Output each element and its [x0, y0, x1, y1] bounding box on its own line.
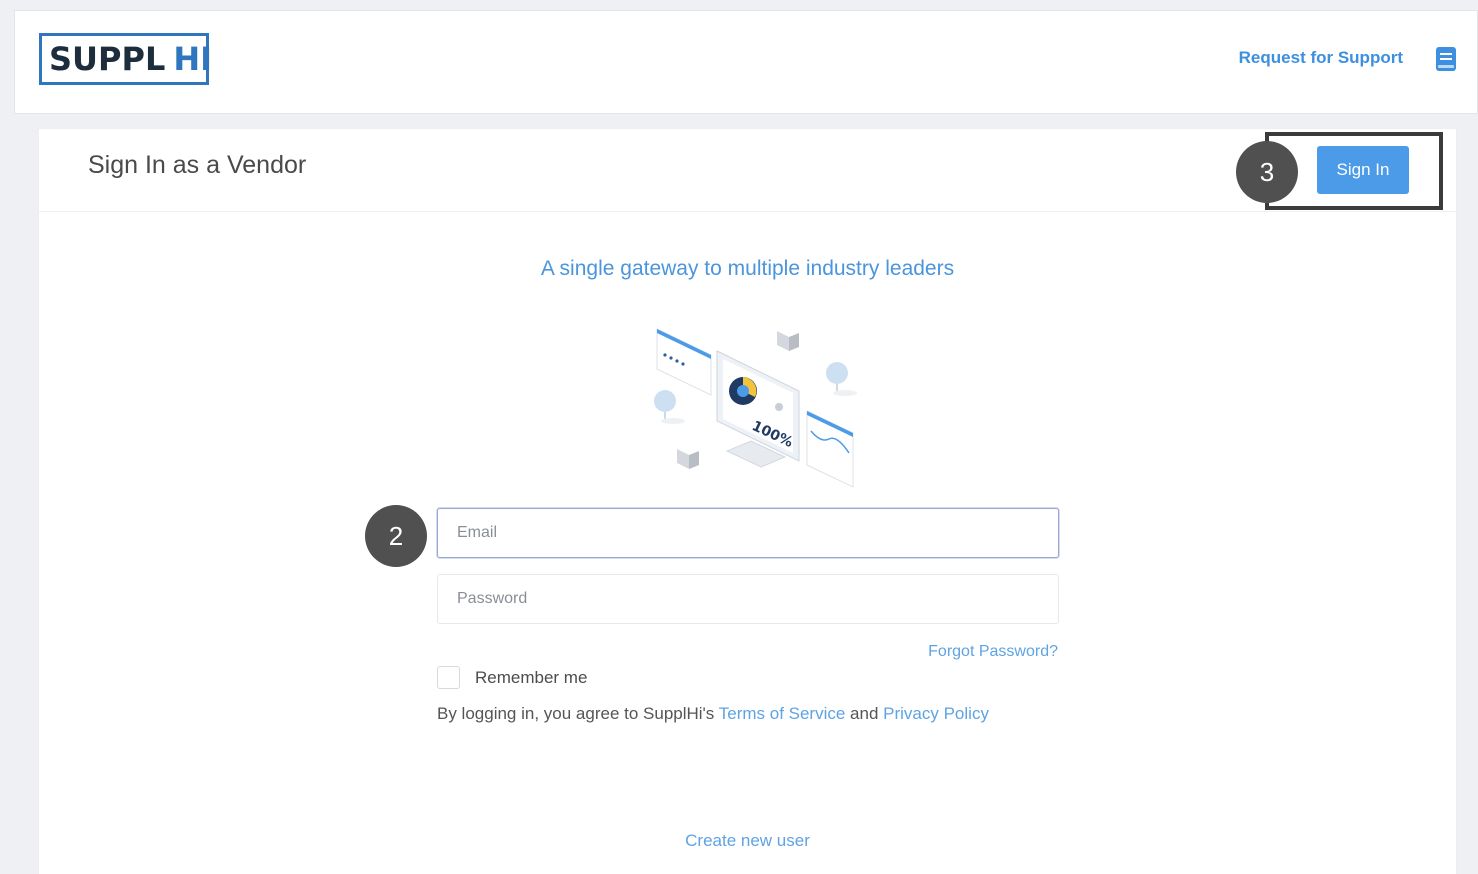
- email-input[interactable]: [437, 508, 1059, 558]
- logo-text-left: SUPPL: [49, 40, 166, 78]
- privacy-policy-link[interactable]: Privacy Policy: [883, 704, 989, 723]
- logo-text-right: HI: [173, 40, 213, 78]
- top-header: SUPPL HI Request for Support: [14, 10, 1478, 114]
- step-badge-2: 2: [365, 505, 427, 567]
- signin-card: Sign In as a Vendor 3 Sign In A single g…: [38, 128, 1457, 874]
- forgot-password-link[interactable]: Forgot Password?: [928, 643, 1058, 661]
- request-support-link[interactable]: Request for Support: [1239, 48, 1403, 68]
- remember-me-checkbox[interactable]: [437, 666, 460, 689]
- password-input[interactable]: [437, 574, 1059, 624]
- terms-agreement: By logging in, you agree to SupplHi's Te…: [437, 704, 989, 724]
- create-new-user-link[interactable]: Create new user: [39, 831, 1456, 851]
- agree-prefix: By logging in, you agree to SupplHi's: [437, 704, 719, 723]
- page-title: Sign In as a Vendor: [88, 151, 307, 179]
- remember-me-row: Remember me: [437, 666, 587, 689]
- card-header: Sign In as a Vendor 3 Sign In: [39, 129, 1456, 212]
- supplhi-logo[interactable]: SUPPL HI: [39, 33, 213, 85]
- dashboard-illustration: 100%: [654, 328, 857, 488]
- tagline: A single gateway to multiple industry le…: [540, 257, 955, 280]
- book-icon[interactable]: [1435, 46, 1457, 72]
- remember-me-label: Remember me: [475, 667, 588, 687]
- agree-and: and: [845, 704, 884, 723]
- step-badge-3: 3: [1236, 141, 1298, 203]
- sign-in-button[interactable]: Sign In: [1317, 146, 1409, 194]
- terms-of-service-link[interactable]: Terms of Service: [719, 704, 846, 723]
